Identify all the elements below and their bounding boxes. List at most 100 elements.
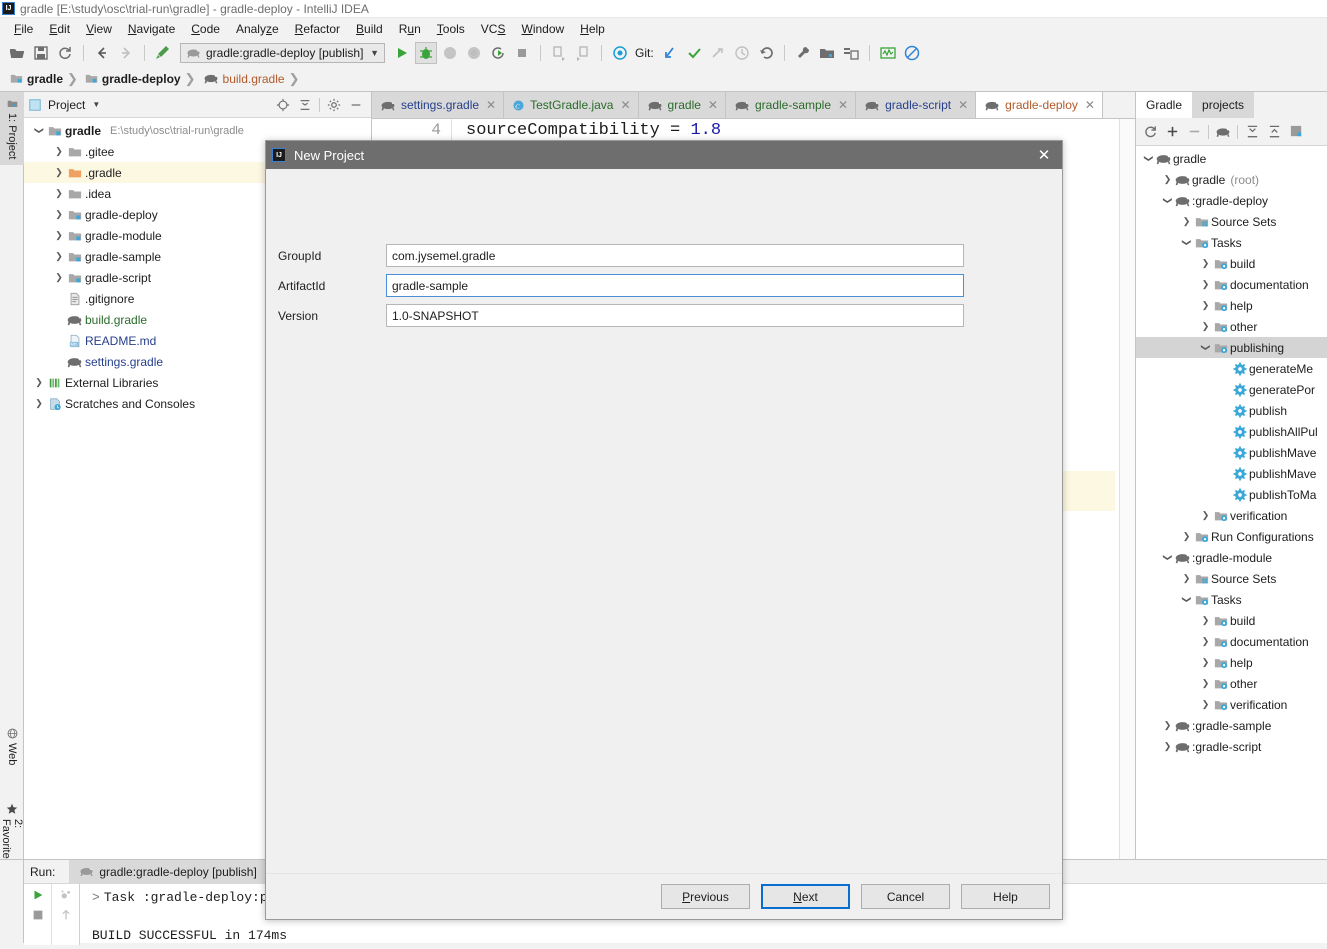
gradle-node-publish[interactable]: publish — [1136, 400, 1327, 421]
sidebar-item-web[interactable]: Web — [0, 722, 24, 771]
help-button[interactable]: Help — [961, 884, 1050, 909]
gradle-node-source-sets[interactable]: ❯ Source Sets — [1136, 211, 1327, 232]
gradle-node-help[interactable]: ❯ help — [1136, 295, 1327, 316]
hide-icon[interactable] — [345, 94, 367, 116]
gradle-node-verification[interactable]: ❯ verification — [1136, 694, 1327, 715]
no-entry-icon[interactable] — [901, 42, 923, 64]
chevron-down-icon[interactable]: ❯ — [1162, 194, 1173, 207]
chevron-right-icon[interactable]: ❯ — [1199, 636, 1212, 647]
menu-item-edit[interactable]: Edit — [41, 20, 78, 38]
chevron-right-icon[interactable]: ❯ — [1199, 678, 1212, 689]
gradle-node-other[interactable]: ❯ other — [1136, 316, 1327, 337]
chevron-down-icon[interactable]: ❯ — [34, 124, 45, 138]
filter-icon[interactable] — [59, 888, 73, 902]
chevron-right-icon[interactable]: ❯ — [32, 377, 46, 388]
menu-item-build[interactable]: Build — [348, 20, 391, 38]
gradle-node--gradle-script[interactable]: ❯:gradle-script — [1136, 736, 1327, 757]
chevron-right-icon[interactable]: ❯ — [52, 188, 66, 199]
open-folder-icon[interactable] — [6, 42, 28, 64]
settings-icon[interactable] — [1285, 121, 1307, 143]
search-everywhere-icon[interactable] — [609, 42, 631, 64]
chevron-down-icon[interactable]: ❯ — [1181, 593, 1192, 606]
history-icon[interactable] — [731, 42, 753, 64]
gradle-tab-projects[interactable]: projects — [1192, 92, 1255, 118]
update-project-icon[interactable] — [659, 42, 681, 64]
settings-wrench-icon[interactable] — [792, 42, 814, 64]
menu-item-tools[interactable]: Tools — [429, 20, 473, 38]
step-out-icon[interactable] — [572, 42, 594, 64]
run-with-coverage-icon[interactable] — [439, 42, 461, 64]
menu-item-file[interactable]: File — [6, 20, 41, 38]
chevron-down-icon[interactable]: ▼ — [92, 100, 100, 109]
gradle-node-generatepor[interactable]: generatePor — [1136, 379, 1327, 400]
rerun-icon[interactable] — [487, 42, 509, 64]
breadcrumb-item-1[interactable]: gradle-deploy — [79, 69, 184, 89]
gear-icon[interactable] — [323, 94, 345, 116]
refresh-icon[interactable] — [1139, 121, 1161, 143]
save-structure-icon[interactable] — [840, 42, 862, 64]
menu-item-code[interactable]: Code — [183, 20, 228, 38]
editor-tab-testgradle-java[interactable]: C TestGradle.java ✕ — [504, 92, 639, 118]
menu-item-window[interactable]: Window — [513, 20, 572, 38]
step-into-icon[interactable] — [548, 42, 570, 64]
run-icon[interactable] — [391, 42, 413, 64]
sync-icon[interactable] — [54, 42, 76, 64]
gradle-node-publishmave[interactable]: publishMave — [1136, 442, 1327, 463]
chevron-down-icon[interactable]: ❯ — [1162, 551, 1173, 564]
chevron-right-icon[interactable]: ❯ — [1161, 174, 1174, 185]
chevron-down-icon[interactable]: ❯ — [1200, 341, 1211, 354]
menu-item-help[interactable]: Help — [572, 20, 613, 38]
tree-node-gradle[interactable]: ❯ gradle E:\study\osc\trial-run\gradle — [24, 120, 371, 141]
expand-all-icon[interactable] — [1241, 121, 1263, 143]
breadcrumb-item-2[interactable]: build.gradle — [197, 69, 288, 89]
gradle-node-other[interactable]: ❯ other — [1136, 673, 1327, 694]
close-icon[interactable]: ✕ — [958, 98, 968, 112]
chevron-right-icon[interactable]: ❯ — [32, 398, 46, 409]
close-icon[interactable]: ✕ — [620, 98, 630, 112]
chevron-right-icon[interactable]: ❯ — [1199, 615, 1212, 626]
editor-tab-settings-gradle[interactable]: settings.gradle ✕ — [372, 92, 505, 118]
profile-icon[interactable] — [463, 42, 485, 64]
chevron-right-icon[interactable]: ❯ — [1161, 741, 1174, 752]
collapse-all-icon[interactable] — [294, 94, 316, 116]
gradle-node-verification[interactable]: ❯ verification — [1136, 505, 1327, 526]
chevron-right-icon[interactable]: ❯ — [1199, 510, 1212, 521]
rollback-icon[interactable] — [755, 42, 777, 64]
chevron-right-icon[interactable]: ❯ — [52, 146, 66, 157]
chevron-right-icon[interactable]: ❯ — [1161, 720, 1174, 731]
gradle-node-run-configurations[interactable]: ❯ Run Configurations — [1136, 526, 1327, 547]
close-icon[interactable]: ✕ — [1085, 98, 1095, 112]
menu-item-refactor[interactable]: Refactor — [287, 20, 348, 38]
next-button[interactable]: Next — [761, 884, 850, 909]
artifactid-input[interactable]: gradle-sample — [386, 274, 964, 297]
gradle-node-publishallpul[interactable]: publishAllPul — [1136, 421, 1327, 442]
project-structure-icon[interactable] — [816, 42, 838, 64]
gradle-node-build[interactable]: ❯ build — [1136, 610, 1327, 631]
chevron-right-icon[interactable]: ❯ — [1180, 531, 1193, 542]
commit-icon[interactable] — [683, 42, 705, 64]
run-icon[interactable] — [31, 888, 45, 902]
collapse-all-icon[interactable] — [1263, 121, 1285, 143]
build-hammer-icon[interactable] — [152, 42, 174, 64]
gradle-node-gradle[interactable]: ❯ gradle — [1136, 148, 1327, 169]
menu-item-analyze[interactable]: Analyze — [228, 20, 287, 38]
gradle-node-documentation[interactable]: ❯ documentation — [1136, 274, 1327, 295]
close-icon[interactable]: ✕ — [486, 98, 496, 112]
menu-item-view[interactable]: View — [78, 20, 120, 38]
editor-tab-gradle[interactable]: gradle ✕ — [638, 92, 726, 118]
breadcrumb-item-0[interactable]: gradle — [4, 69, 66, 89]
save-all-icon[interactable] — [30, 42, 52, 64]
gradle-node--gradle-module[interactable]: ❯:gradle-module — [1136, 547, 1327, 568]
chevron-down-icon[interactable]: ▼ — [370, 48, 379, 58]
version-input[interactable]: 1.0-SNAPSHOT — [386, 304, 964, 327]
chevron-right-icon[interactable]: ❯ — [1180, 216, 1193, 227]
locate-icon[interactable] — [272, 94, 294, 116]
menu-item-vcs[interactable]: VCS — [473, 20, 514, 38]
close-icon[interactable]: ✕ — [838, 98, 848, 112]
chevron-down-icon[interactable]: ❯ — [1181, 236, 1192, 249]
menu-item-run[interactable]: Run — [391, 20, 429, 38]
previous-button[interactable]: Previous — [661, 884, 750, 909]
back-icon[interactable] — [91, 42, 113, 64]
push-icon[interactable] — [707, 42, 729, 64]
chevron-right-icon[interactable]: ❯ — [1199, 279, 1212, 290]
